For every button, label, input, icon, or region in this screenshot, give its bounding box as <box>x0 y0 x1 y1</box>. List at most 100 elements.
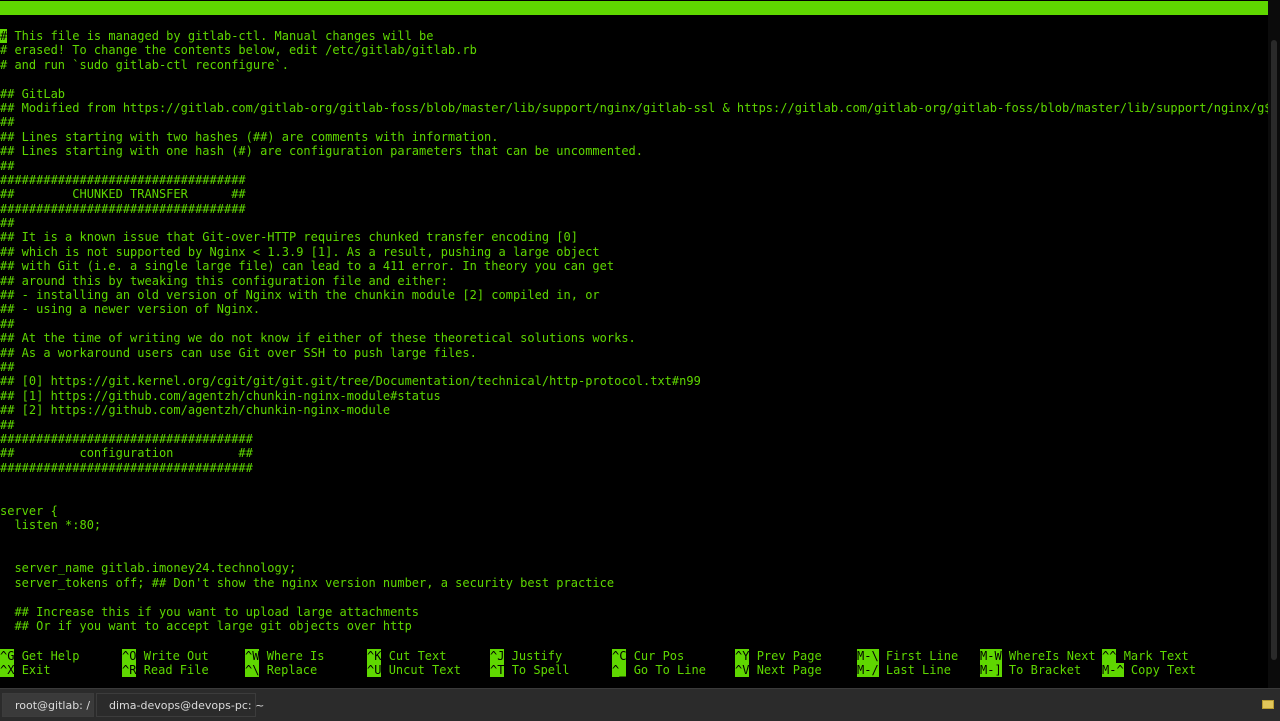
buffer-line <box>0 590 1268 604</box>
shortcut-key: M-] <box>980 663 1002 678</box>
buffer-line: ## Modified from https://gitlab.com/gitl… <box>0 100 1268 115</box>
buffer-line: listen *:80; <box>0 518 102 533</box>
buffer-line: ## - installing an old version of Nginx … <box>0 288 600 303</box>
shortcut-label: Justify <box>511 649 563 663</box>
buffer-line: ## around this by tweaking this configur… <box>0 273 448 288</box>
shortcut-item: M-W WhereIs Next <box>980 649 1096 663</box>
shortcut-item: ^J Justify <box>490 649 562 663</box>
shortcut-label: Replace <box>266 663 318 678</box>
buffer-line: ## Lines starting with one hash (#) are … <box>0 144 643 159</box>
shortcut-label: To Bracket <box>1008 663 1082 678</box>
shortcut-label: Copy Text <box>1130 663 1196 678</box>
buffer-line: ## - using a newer version of Nginx. <box>0 302 261 317</box>
shortcut-item: ^\ Replace <box>245 663 318 678</box>
shortcut-label: WhereIs Next <box>1008 649 1096 663</box>
shortcut-item: ^X Exit <box>0 663 51 678</box>
shortcut-key: M-\ <box>857 649 879 663</box>
buffer-line <box>0 533 1268 547</box>
scrollbar-thumb[interactable] <box>1271 40 1277 660</box>
buffer-line: ## with Git (i.e. a single large file) c… <box>0 259 615 274</box>
taskbar-item-label: root@gitlab: / <box>15 699 91 712</box>
buffer-line: ## configuration ## <box>0 446 253 461</box>
shortcut-item: M-] To Bracket <box>980 663 1082 678</box>
buffer-line: ## GitLab <box>0 86 66 101</box>
buffer-line: ## [1] https://github.com/agentzh/chunki… <box>0 388 441 403</box>
buffer-line: ## It is a known issue that Git-over-HTT… <box>0 230 578 245</box>
taskbar-item-dima-devops[interactable]: dima-devops@devops-pc: ~ <box>96 693 264 717</box>
shortcut-label: Where Is <box>266 649 325 663</box>
editor-version: GNU nano 2.5.3 <box>15 15 117 29</box>
shortcut-key: ^K <box>367 649 382 663</box>
buffer-line <box>0 475 1268 489</box>
buffer-line <box>0 72 1268 86</box>
taskbar: root@gitlab: / dima-devops@devops-pc: ~ <box>0 688 1280 721</box>
shortcut-item: ^W Where Is <box>245 649 324 663</box>
buffer-line: ## <box>0 359 15 374</box>
buffer-line: ################################### <box>0 431 253 446</box>
shortcut-item: M-^ Copy Text <box>1102 663 1196 678</box>
buffer-line <box>0 490 1268 504</box>
shortcut-item: ^^ Mark Text <box>1102 649 1189 663</box>
scrollbar[interactable] <box>1268 0 1280 688</box>
shortcut-key: ^G <box>0 649 15 663</box>
shortcut-label: Cur Pos <box>633 649 685 663</box>
shortcut-label: First Line <box>885 649 959 663</box>
buffer-line: ## [0] https://git.kernel.org/cgit/git/g… <box>0 374 701 389</box>
buffer-line: # This file is managed by gitlab-ctl. Ma… <box>0 29 1268 43</box>
buffer-line: ## Lines starting with two hashes (##) a… <box>0 129 499 144</box>
buffer-line-text: This file is managed by gitlab-ctl. Manu… <box>7 29 434 43</box>
buffer-line: ################################### <box>0 460 253 475</box>
shortcut-key: ^W <box>245 649 260 663</box>
buffer-line: ## Increase this if you want to upload l… <box>0 604 420 619</box>
shortcut-item: ^V Next Page <box>735 663 822 678</box>
shortcut-key: M-^ <box>1102 663 1124 678</box>
shortcut-item: ^U Uncut Text <box>367 663 461 678</box>
taskbar-item-root-gitlab[interactable]: root@gitlab: / <box>2 693 94 717</box>
shortcut-key: ^C <box>612 649 627 663</box>
buffer-line: server_name gitlab.imoney24.technology; <box>0 561 297 576</box>
shortcut-label: Prev Page <box>756 649 822 663</box>
shortcut-key: ^T <box>490 663 505 678</box>
terminal-window[interactable]: GNU nano 2.5.3 File: /var/opt/gitlab/ngi… <box>0 0 1268 688</box>
shortcut-item: ^G Get Help <box>0 649 79 663</box>
buffer-line: ################################## <box>0 201 246 216</box>
taskbar-item-label: dima-devops@devops-pc: ~ <box>109 699 265 712</box>
buffer-line: ## which is not supported by Nginx < 1.3… <box>0 244 600 259</box>
text-buffer[interactable]: # This file is managed by gitlab-ctl. Ma… <box>0 29 1268 634</box>
shortcut-label: Last Line <box>885 663 951 678</box>
buffer-line: ## Or if you want to accept large git ob… <box>0 619 412 634</box>
shortcut-key: ^X <box>0 663 15 678</box>
shortcut-bar: ^G Get Help ^X Exit ^O Write Out ^R Read Fi… <box>0 649 1268 679</box>
shortcut-label: Get Help <box>21 649 80 663</box>
buffer-line: ################################## <box>0 172 246 187</box>
buffer-line: ## As a workaround users can use Git ove… <box>0 345 477 360</box>
shortcut-key: ^O <box>122 649 137 663</box>
shortcut-label: Next Page <box>756 663 822 678</box>
shortcut-label: Read File <box>143 663 209 678</box>
shortcut-key: M-/ <box>857 663 879 678</box>
shortcut-key: ^_ <box>612 663 627 678</box>
shortcut-item: ^T To Spell <box>490 663 569 678</box>
shortcut-item: M-\ First Line <box>857 649 958 663</box>
shortcut-item: ^K Cut Text <box>367 649 446 663</box>
shortcut-label: Write Out <box>143 649 209 663</box>
shortcut-label: Cut Text <box>388 649 447 663</box>
buffer-line: # and run `sudo gitlab-ctl reconfigure`. <box>0 57 289 72</box>
shortcut-key: ^^ <box>1102 649 1117 663</box>
buffer-line: ## CHUNKED TRANSFER ## <box>0 187 246 202</box>
shortcut-key: ^Y <box>735 649 750 663</box>
shortcut-item: ^R Read File <box>122 663 209 678</box>
notification-tray-icon[interactable] <box>1262 700 1274 709</box>
buffer-line: ## <box>0 316 15 331</box>
buffer-line <box>0 547 1268 561</box>
shortcut-item: ^O Write Out <box>122 649 209 663</box>
buffer-line: ## [2] https://github.com/agentzh/chunki… <box>0 403 391 418</box>
shortcut-key: ^R <box>122 663 137 678</box>
buffer-line: server { <box>0 503 58 518</box>
shortcut-key: M-W <box>980 649 1002 663</box>
buffer-line: ## <box>0 417 15 432</box>
buffer-line: ## <box>0 216 15 231</box>
shortcut-label: Exit <box>21 663 51 678</box>
shortcut-item: ^Y Prev Page <box>735 649 822 663</box>
shortcut-label: Uncut Text <box>388 663 461 678</box>
